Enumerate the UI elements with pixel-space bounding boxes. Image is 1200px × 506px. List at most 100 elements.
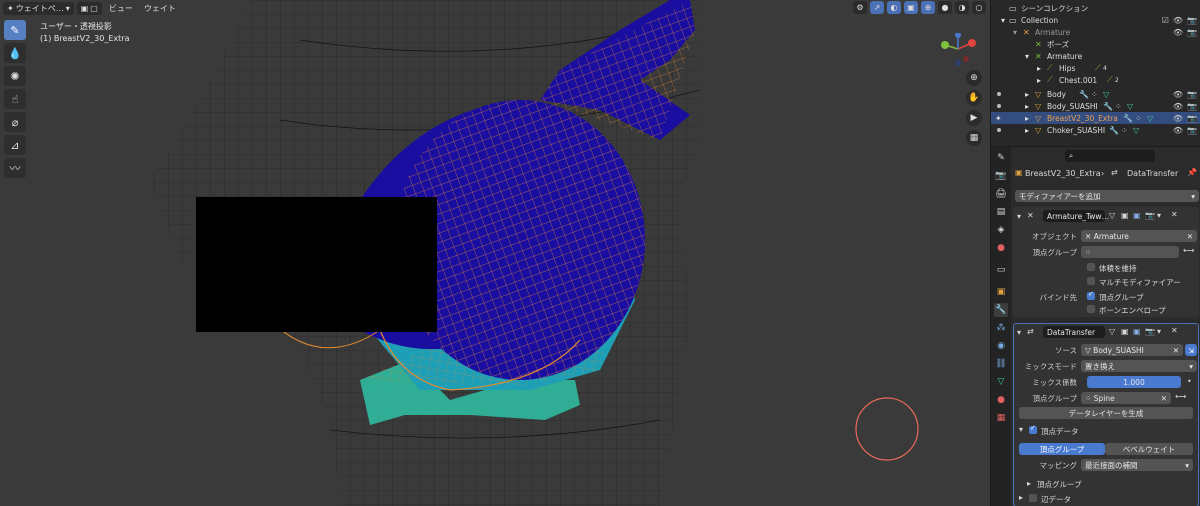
camera-render-icon[interactable]: 📷 [1187, 102, 1197, 111]
gizmo-toggle-icon[interactable]: ↗ [870, 1, 884, 14]
physics-tab-icon[interactable]: ◉ [994, 339, 1008, 353]
outliner-row-armature-object[interactable]: ▾ ✕ Armature 👁 📷 [991, 26, 1200, 38]
tab-bevel-weight[interactable]: ベベルウェイト [1105, 443, 1193, 455]
expand-icon[interactable]: ▾ [1019, 425, 1023, 434]
wireframe-shading-icon[interactable]: ⊕ [921, 1, 935, 14]
outliner-row-pose[interactable]: ✕ ポーズ [991, 38, 1200, 50]
expand-icon[interactable]: ▾ [1017, 328, 1021, 337]
camera-render-icon[interactable]: 📷 [1187, 28, 1197, 37]
outliner-row-chest[interactable]: ▸ ⟋ Chest.001 ⟋ 2 [991, 74, 1200, 86]
viewport-toggle-icon[interactable]: ▣ [1121, 327, 1129, 336]
rendered-shading-icon[interactable]: ○ [972, 1, 986, 14]
bind-vgroups-checkbox[interactable] [1087, 290, 1095, 300]
viewport-toggle-icon[interactable]: ▣ [1121, 211, 1129, 220]
3d-viewport[interactable]: ✦ ウェイトペ… ▾ ▣ ▢ ビュー ウェイト ⚙ ↗ ◐ ▣ ⊕ ● ◑ ○ … [0, 0, 990, 506]
view-layer-tab-icon[interactable]: ▤ [994, 205, 1008, 219]
outliner-row-hips[interactable]: ▸ ⟋ Hips ⟋ 4 [991, 62, 1200, 74]
bind-envelopes-checkbox[interactable] [1087, 305, 1095, 313]
tool-tab-icon[interactable]: ✎ [994, 151, 1008, 165]
material-shading-icon[interactable]: ◑ [955, 1, 969, 14]
weight-menu[interactable]: ウェイト [140, 2, 180, 15]
outliner-row-armature-data[interactable]: ▾ ✕ Armature [991, 50, 1200, 62]
mapping-dropdown[interactable]: 最近接面の補間 ▾ [1081, 459, 1193, 471]
render-toggle-icon[interactable]: 📷 [1145, 327, 1155, 336]
draw-brush-icon[interactable]: ✎ [4, 20, 26, 40]
close-icon[interactable]: ✕ [1161, 394, 1167, 403]
invert-icon[interactable]: ⟷ [1183, 246, 1194, 255]
data-tab-icon[interactable]: ▽ [994, 375, 1008, 389]
preserve-volume-checkbox[interactable] [1087, 263, 1095, 271]
add-modifier-dropdown[interactable]: モディファイアーを追加 ▾ [1015, 190, 1199, 202]
overlay-toggle-group[interactable]: ▣ ▢ [76, 1, 102, 15]
object-transform-toggle-icon[interactable]: ⇲ [1185, 344, 1197, 356]
sample-weight-icon[interactable]: ⌀ [4, 112, 26, 132]
generate-data-layers-button[interactable]: データレイヤーを生成 [1019, 407, 1193, 419]
edit-mode-toggle-icon[interactable]: ▽ [1109, 327, 1115, 336]
keyframe-dot-icon[interactable]: • [1187, 377, 1192, 386]
close-icon[interactable]: ✕ [1173, 346, 1179, 355]
realtime-toggle-icon[interactable]: ▣ [1133, 327, 1141, 336]
camera-render-icon[interactable]: 📷 [1187, 114, 1197, 123]
render-toggle-icon[interactable]: 📷 [1145, 211, 1155, 220]
modifier-tab-icon[interactable]: 🔧 [994, 303, 1008, 317]
view-object-types-icon[interactable]: ⚙ [853, 1, 867, 14]
datatransfer-modifier-name[interactable]: DataTransfer [1043, 326, 1105, 338]
realtime-toggle-icon[interactable]: ▣ [1133, 211, 1141, 220]
outliner-row-breast-selected[interactable]: ✦ ▸ ▽ BreastV2_30_Extra 🔧 ⁘ ▽ 👁 📷 [991, 112, 1200, 124]
camera-render-icon[interactable]: 📷 [1187, 16, 1197, 25]
gradient-icon[interactable]: ⊿ [4, 135, 26, 155]
close-icon[interactable]: ✕ [1171, 326, 1178, 335]
close-icon[interactable]: ✕ [1171, 210, 1178, 219]
xray-toggle-icon[interactable]: ▣ [904, 1, 918, 14]
tab-vertex-groups[interactable]: 頂点グループ [1019, 443, 1105, 455]
multi-modifier-checkbox[interactable] [1087, 277, 1095, 285]
outliner-row-choker[interactable]: ▸ ▽ Choker_SUASHI 🔧 ⁘ ▽ 👁 📷 [991, 124, 1200, 136]
pin-icon[interactable]: 📌 [1187, 168, 1197, 177]
collapse-icon[interactable]: ▸ [1019, 493, 1023, 502]
outliner-row-body-suashi[interactable]: ▸ ▽ Body_SUASHI 🔧 ⁘ ▽ 👁 📷 [991, 100, 1200, 112]
eye-icon[interactable]: 👁 [1173, 114, 1183, 123]
blur-brush-icon[interactable]: 💧 [4, 43, 26, 63]
world-tab-icon[interactable]: ● [994, 241, 1008, 255]
properties-search-input[interactable]: ⌕ [1065, 150, 1155, 162]
camera-icon[interactable]: ▶ [966, 110, 982, 126]
edge-data-checkbox[interactable] [1029, 494, 1037, 502]
camera-render-icon[interactable]: 📷 [1187, 126, 1197, 135]
armature-modifier-name[interactable]: Armature_Tww… [1043, 210, 1109, 222]
expand-icon[interactable]: ▾ [1017, 212, 1021, 221]
eye-icon[interactable]: 👁 [1173, 28, 1183, 37]
annotate-icon[interactable]: 〰 [4, 158, 26, 178]
texture-tab-icon[interactable]: ▦ [994, 411, 1008, 425]
view-menu[interactable]: ビュー [105, 2, 137, 15]
scene-tab-icon[interactable]: ◈ [994, 223, 1008, 237]
source-object-field[interactable]: ▽ Body_SUASHI ✕ [1081, 344, 1183, 356]
eye-icon[interactable]: 👁 [1173, 16, 1183, 25]
average-brush-icon[interactable]: ✺ [4, 66, 26, 86]
particles-tab-icon[interactable]: ⁂ [994, 321, 1008, 335]
dt-vgroup-field[interactable]: ⁘ Spine ✕ [1081, 392, 1171, 404]
eye-icon[interactable]: 👁 [1173, 102, 1183, 111]
grid-view-icon[interactable]: ▦ [966, 130, 982, 146]
outliner-row-body[interactable]: ▸ ▽ Body 🔧 ⁘ ▽ 👁 📷 [991, 88, 1200, 100]
mix-mode-dropdown[interactable]: 置き換え ▾ [1081, 360, 1197, 372]
edit-mode-toggle-icon[interactable]: ▽ [1109, 211, 1115, 220]
armature-vgroup-field[interactable]: ⁘ [1081, 246, 1179, 258]
armature-object-field[interactable]: ✕ Armature ✕ [1081, 230, 1197, 242]
invert-icon[interactable]: ⟷ [1175, 392, 1186, 401]
outliner-row-collection[interactable]: ▾ ▭ Collection ☑ 👁 📷 [991, 14, 1200, 26]
pan-hand-icon[interactable]: ✋ [966, 90, 982, 106]
render-tab-icon[interactable]: 📷 [994, 169, 1008, 183]
eye-icon[interactable]: 👁 [1173, 126, 1183, 135]
constraints-tab-icon[interactable]: ⛓ [994, 357, 1008, 371]
camera-render-icon[interactable]: 📷 [1187, 90, 1197, 99]
zoom-icon[interactable]: ⊕ [966, 70, 982, 86]
outliner-root[interactable]: ▭ シーンコレクション [991, 2, 1200, 14]
smear-brush-icon[interactable]: ☝ [4, 89, 26, 109]
material-tab-icon[interactable]: ● [994, 393, 1008, 407]
mix-factor-slider[interactable]: 1.000 [1087, 376, 1181, 388]
chevron-down-icon[interactable]: ▾ [1157, 211, 1161, 220]
collection-tab-icon[interactable]: ▭ [994, 263, 1008, 277]
output-tab-icon[interactable]: 🖨 [994, 187, 1008, 201]
collapse-icon[interactable]: ▸ [1027, 479, 1031, 488]
eye-icon[interactable]: 👁 [1173, 90, 1183, 99]
